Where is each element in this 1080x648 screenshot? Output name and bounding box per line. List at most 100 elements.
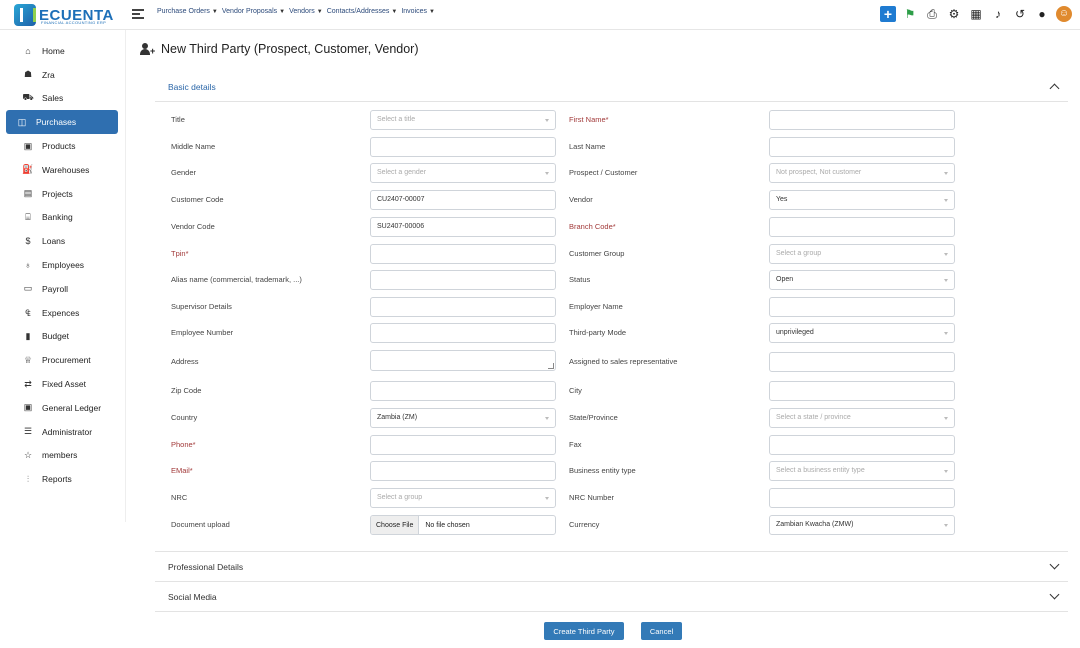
- sidebar-item-procurement[interactable]: ♕ Procurement: [6, 348, 118, 372]
- section-title: Basic details: [168, 81, 216, 92]
- gender-select[interactable]: Select a gender: [370, 163, 556, 183]
- topnav-invoices[interactable]: Invoices ▼: [401, 8, 435, 15]
- sidebar-item-administrator[interactable]: ☰ Administrator: [6, 420, 118, 444]
- sidebar-item-home[interactable]: ⌂ Home: [6, 39, 118, 63]
- vendor-code-field[interactable]: SU2407-00006: [370, 217, 556, 237]
- sidebar-item-budget[interactable]: ▮ Budget: [6, 325, 118, 349]
- sidebar-item-products[interactable]: ▣ Products: [6, 134, 118, 158]
- prospect-customer-select[interactable]: Not prospect, Not customer: [769, 163, 955, 183]
- form-row: Country Zambia (ZM) State/Province Selec…: [155, 408, 1068, 430]
- status-select[interactable]: Open: [769, 270, 955, 290]
- topnav-contacts[interactable]: Contacts/Addresses ▼: [327, 8, 398, 15]
- sidebar-item-label: General Ledger: [42, 402, 102, 413]
- last-name-label: Last Name: [569, 142, 606, 151]
- printer-icon[interactable]: ⎙: [924, 6, 940, 22]
- middle-name-field[interactable]: [370, 137, 556, 157]
- chevron-down-icon[interactable]: [1049, 559, 1060, 570]
- choose-file-button[interactable]: Choose File: [371, 516, 420, 534]
- document-upload-input[interactable]: Choose File No file chosen: [370, 515, 556, 535]
- sidebar-item-expences[interactable]: ₠ Expences: [6, 301, 118, 325]
- sidebar-item-payroll[interactable]: ▭ Payroll: [6, 277, 118, 301]
- chevron-down-icon[interactable]: [1049, 589, 1060, 600]
- bell-icon[interactable]: ♪: [990, 6, 1006, 22]
- supervisor-field[interactable]: [370, 297, 556, 317]
- sidebar-item-warehouses[interactable]: ⛽ Warehouses: [6, 158, 118, 182]
- caret-down-icon: ▼: [211, 8, 218, 15]
- section-basic-details[interactable]: Basic details: [155, 72, 1068, 102]
- history-icon[interactable]: ↺: [1012, 6, 1028, 22]
- topnav-label: Vendor Proposals: [221, 8, 278, 15]
- sidebar-item-reports[interactable]: ⫶ Reports: [6, 467, 118, 491]
- sidebar-item-members[interactable]: ☆ members: [6, 444, 118, 468]
- phone-field[interactable]: [370, 435, 556, 455]
- sales-rep-field[interactable]: [769, 352, 955, 372]
- plus-icon[interactable]: +: [880, 6, 896, 22]
- country-label: Country: [171, 413, 198, 422]
- sidebar-item-banking[interactable]: ⌸ Banking: [6, 206, 118, 230]
- topnav-vendors[interactable]: Vendors ▼: [289, 8, 323, 15]
- form-row: Phone* Fax: [155, 435, 1068, 457]
- business-entity-type-select[interactable]: Select a business entity type: [769, 461, 955, 481]
- bag-icon: ◫: [17, 116, 27, 127]
- users-icon: ♁: [24, 260, 32, 271]
- section-social-media[interactable]: Social Media: [155, 582, 1068, 612]
- sidebar-nav: ⌂ Home ☗ Zra ⛟ Sales ◫ Purchases ▣ Products ⛽…: [0, 30, 125, 491]
- address-label: Address: [171, 357, 199, 366]
- alias-name-field[interactable]: [370, 270, 556, 290]
- zip-code-field[interactable]: [370, 381, 556, 401]
- employer-name-field[interactable]: [769, 297, 955, 317]
- sidebar-item-sales[interactable]: ⛟ Sales: [6, 87, 118, 111]
- caret-down-icon: ▼: [429, 8, 435, 15]
- sidebar-item-fixed-asset[interactable]: ⇄ Fixed Asset: [6, 372, 118, 396]
- nrc-select[interactable]: Select a group: [370, 488, 556, 508]
- sales-rep-label: Assigned to sales representative: [569, 357, 678, 366]
- sidebar-item-label: Procurement: [42, 355, 91, 366]
- city-field[interactable]: [769, 381, 955, 401]
- customer-code-field[interactable]: CU2407-00007: [370, 190, 556, 210]
- address-textarea[interactable]: [370, 350, 556, 371]
- third-party-mode-select[interactable]: unprivileged: [769, 323, 955, 343]
- title-select[interactable]: Select a title: [370, 110, 556, 130]
- branch-code-label: Branch Code*: [569, 222, 616, 231]
- sidebar-item-purchases[interactable]: ◫ Purchases: [6, 110, 118, 135]
- topnav-vendor-proposals[interactable]: Vendor Proposals ▼: [222, 8, 285, 15]
- form-row: Gender Select a gender Prospect / Custom…: [155, 163, 1068, 185]
- currency-select[interactable]: Zambian Kwacha (ZMW): [769, 515, 955, 535]
- sidebar-item-general-ledger[interactable]: ▣ General Ledger: [6, 396, 118, 420]
- vendor-select[interactable]: Yes: [769, 190, 955, 210]
- state-province-label: State/Province: [569, 413, 618, 422]
- calendar-icon[interactable]: ▦: [968, 6, 984, 22]
- app-logo[interactable]: ECUENTA FINANCIAL ACCOUNTING ERP: [14, 3, 124, 27]
- fax-label: Fax: [569, 440, 582, 449]
- bank-icon: ⌸: [25, 211, 31, 222]
- location-icon[interactable]: ●: [1034, 6, 1050, 22]
- sidebar-item-zra[interactable]: ☗ Zra: [6, 63, 118, 87]
- fax-field[interactable]: [769, 435, 955, 455]
- country-select[interactable]: Zambia (ZM): [370, 408, 556, 428]
- sidebar-item-employees[interactable]: ♁ Employees: [6, 253, 118, 277]
- employee-number-field[interactable]: [370, 323, 556, 343]
- flags-icon[interactable]: ⚑: [902, 6, 918, 22]
- menu-toggle-icon[interactable]: [132, 9, 144, 19]
- sidebar-item-projects[interactable]: ▤ Projects: [6, 182, 118, 206]
- tpin-field[interactable]: [370, 244, 556, 264]
- email-field[interactable]: [370, 461, 556, 481]
- state-province-select[interactable]: Select a state / province: [769, 408, 955, 428]
- sidebar-item-loans[interactable]: $ Loans: [6, 229, 118, 253]
- chevron-up-icon[interactable]: [1049, 83, 1060, 94]
- sidebar-item-label: Reports: [42, 474, 72, 485]
- settings-icon[interactable]: ⚙: [946, 6, 962, 22]
- topnav-purchase-orders[interactable]: Purchase Orders ▼: [157, 8, 218, 15]
- nrc-number-label: NRC Number: [569, 493, 615, 502]
- create-third-party-button[interactable]: Create Third Party: [544, 622, 624, 640]
- user-avatar-icon[interactable]: ☺: [1056, 6, 1072, 22]
- cancel-button[interactable]: Cancel: [641, 622, 682, 640]
- form-row: Supervisor Details Employer Name: [155, 297, 1068, 319]
- gender-label: Gender: [171, 168, 197, 177]
- first-name-field[interactable]: [769, 110, 955, 130]
- section-professional-details[interactable]: Professional Details: [155, 552, 1068, 582]
- nrc-number-field[interactable]: [769, 488, 955, 508]
- branch-code-field[interactable]: [769, 217, 955, 237]
- last-name-field[interactable]: [769, 137, 955, 157]
- customer-group-select[interactable]: Select a group: [769, 244, 955, 264]
